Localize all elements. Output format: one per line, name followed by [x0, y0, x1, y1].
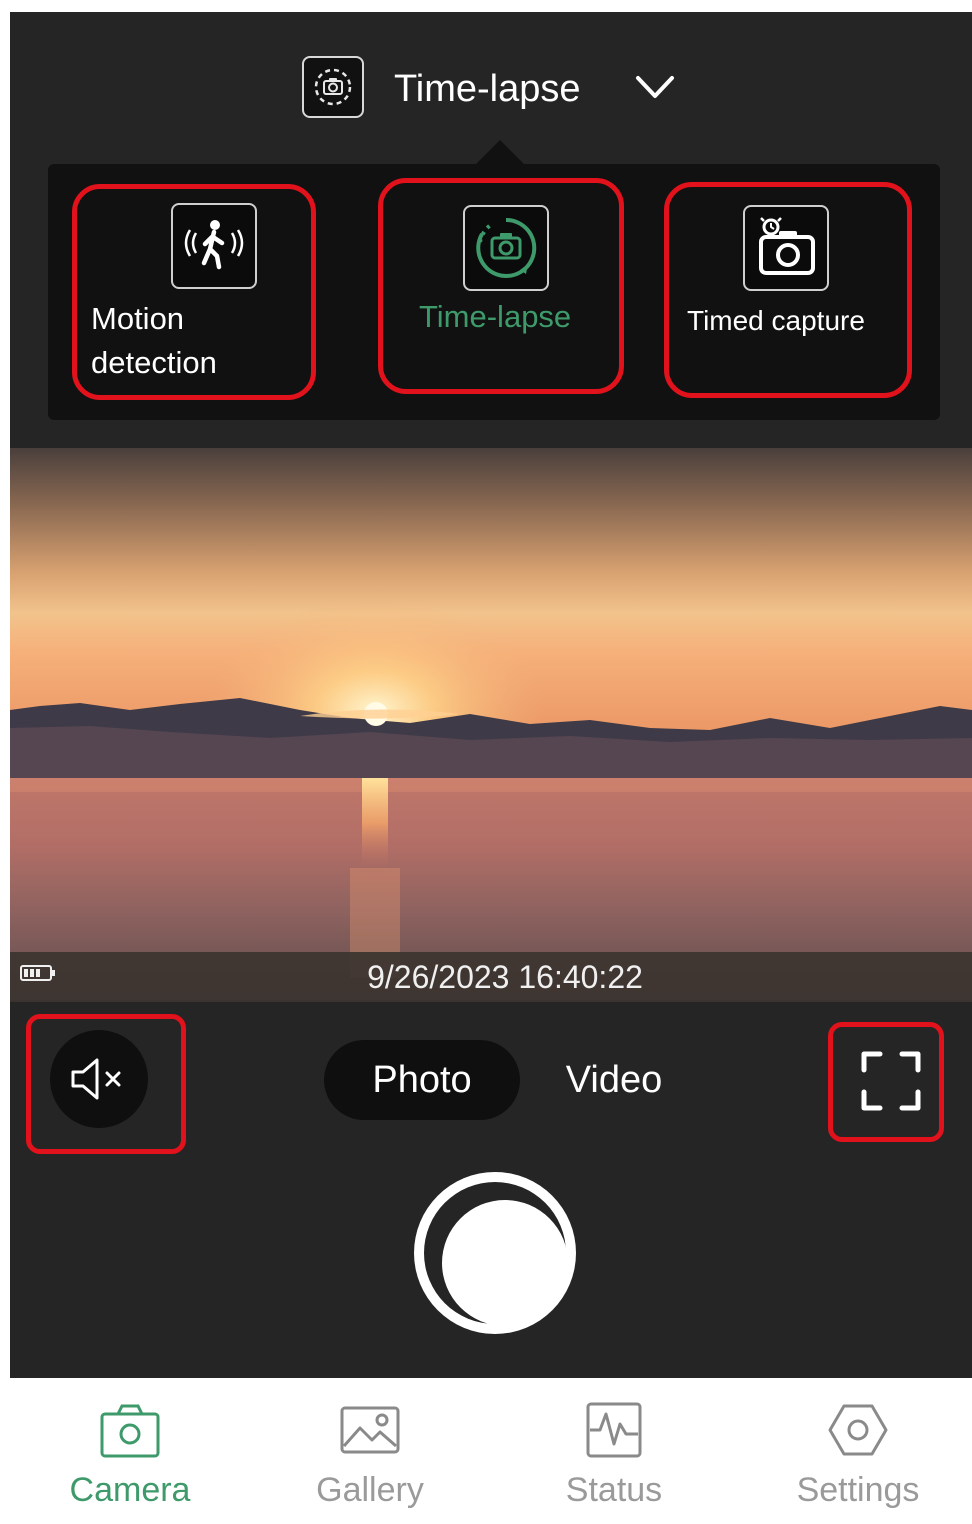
video-tab[interactable]: Video [544, 1040, 684, 1120]
timed-capture-option[interactable]: Timed capture [664, 182, 912, 398]
mode-header: Time-lapse [10, 12, 972, 152]
preview-timestamp: 9/26/2023 16:40:22 [367, 959, 643, 995]
alarm-camera-icon [743, 205, 829, 291]
current-mode-title[interactable]: Time-lapse [394, 64, 581, 114]
bottom-navigation: Camera Gallery Status Settings [10, 1378, 972, 1524]
motion-detection-label: Motion detection [91, 301, 217, 380]
timelapse-camera-icon [463, 205, 549, 291]
timelapse-camera-icon[interactable] [302, 56, 364, 118]
waveform-icon [586, 1402, 642, 1458]
nav-item-gallery[interactable]: Gallery [250, 1378, 490, 1524]
speaker-muted-icon [71, 1058, 121, 1100]
nav-label-gallery: Gallery [316, 1471, 424, 1509]
nav-item-settings[interactable]: Settings [738, 1378, 972, 1524]
motion-detection-option[interactable]: Motion detection [72, 184, 316, 400]
time-lapse-option[interactable]: Time-lapse [378, 178, 624, 394]
image-icon [340, 1406, 400, 1454]
sunset-preview-image [10, 448, 972, 1000]
photo-tab[interactable]: Photo [324, 1040, 520, 1120]
fullscreen-icon[interactable] [860, 1050, 922, 1112]
popup-pointer [476, 140, 524, 164]
camera-icon [100, 1404, 160, 1458]
chevron-down-icon[interactable] [634, 72, 676, 102]
shutter-ring [424, 1182, 568, 1326]
nav-label-status: Status [565, 1471, 663, 1509]
nav-item-camera[interactable]: Camera [10, 1378, 250, 1524]
hexagon-gear-icon [828, 1404, 888, 1456]
nav-label-settings: Settings [796, 1471, 920, 1509]
nav-label-camera: Camera [69, 1471, 191, 1509]
shutter-core [442, 1200, 568, 1326]
timed-capture-label: Timed capture [687, 305, 865, 336]
shutter-button[interactable] [414, 1172, 576, 1334]
mute-button[interactable] [50, 1030, 148, 1128]
nav-item-status[interactable]: Status [494, 1378, 734, 1524]
time-lapse-label: Time-lapse [419, 299, 572, 334]
live-preview[interactable] [10, 448, 972, 1000]
camera-app: Time-lapse Motion detection Time-lapse T… [10, 12, 972, 1524]
walking-person-motion-icon [171, 203, 257, 289]
